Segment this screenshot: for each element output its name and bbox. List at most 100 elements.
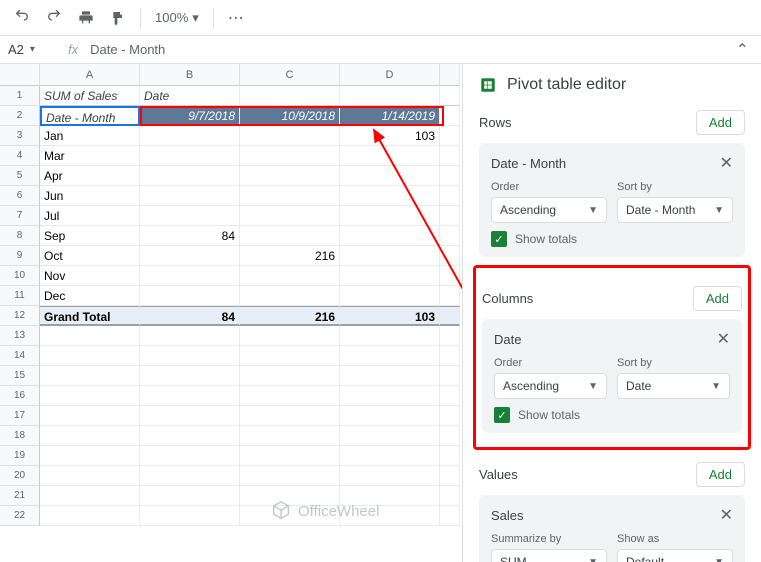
summarize-dropdown[interactable]: SUM▼ (491, 549, 607, 562)
cell[interactable]: Sep (40, 226, 140, 246)
cell[interactable] (440, 446, 460, 466)
cell[interactable] (340, 86, 440, 106)
cell[interactable] (340, 246, 440, 266)
cell[interactable] (240, 366, 340, 386)
cell[interactable] (240, 146, 340, 166)
row-header[interactable]: 5 (0, 166, 40, 186)
cell[interactable] (240, 466, 340, 486)
cell[interactable]: Grand Total (40, 306, 140, 326)
cell[interactable] (140, 186, 240, 206)
cell[interactable] (240, 166, 340, 186)
cell[interactable] (240, 266, 340, 286)
cell[interactable]: 9/7/2018 (140, 106, 240, 126)
cell[interactable]: 84 (140, 306, 240, 326)
cell[interactable] (340, 346, 440, 366)
print-button[interactable] (72, 4, 100, 32)
row-header[interactable]: 13 (0, 326, 40, 346)
cell[interactable] (440, 186, 460, 206)
col-header-c[interactable]: C (240, 64, 340, 86)
cell[interactable] (40, 446, 140, 466)
cell[interactable] (340, 426, 440, 446)
col-header-d[interactable]: D (340, 64, 440, 86)
cell[interactable] (140, 266, 240, 286)
row-header[interactable]: 6 (0, 186, 40, 206)
cell[interactable] (340, 286, 440, 306)
cell[interactable] (440, 326, 460, 346)
cell[interactable] (340, 266, 440, 286)
select-all-corner[interactable] (0, 64, 40, 86)
cell[interactable]: Nov (40, 266, 140, 286)
cell[interactable] (240, 186, 340, 206)
cell[interactable] (440, 286, 460, 306)
row-header[interactable]: 7 (0, 206, 40, 226)
cell[interactable] (340, 366, 440, 386)
cell[interactable] (340, 466, 440, 486)
show-totals-checkbox[interactable]: ✓ (494, 407, 510, 423)
cell[interactable] (140, 466, 240, 486)
cell[interactable]: SUM of Sales (40, 86, 140, 106)
cell[interactable] (440, 366, 460, 386)
cell[interactable] (440, 146, 460, 166)
col-header-b[interactable]: B (140, 64, 240, 86)
cell[interactable] (440, 306, 460, 326)
cell[interactable] (140, 126, 240, 146)
row-header[interactable]: 10 (0, 266, 40, 286)
cell[interactable] (440, 426, 460, 446)
row-header[interactable]: 17 (0, 406, 40, 426)
cell[interactable] (240, 446, 340, 466)
cell[interactable] (440, 166, 460, 186)
row-header[interactable]: 22 (0, 506, 40, 526)
cell[interactable] (440, 506, 460, 526)
redo-button[interactable] (40, 4, 68, 32)
cell[interactable] (140, 486, 240, 506)
cell[interactable] (140, 166, 240, 186)
cell[interactable] (340, 386, 440, 406)
row-header[interactable]: 9 (0, 246, 40, 266)
row-header[interactable]: 2 (0, 106, 40, 126)
active-cell[interactable]: Date - Month (40, 106, 140, 126)
showas-dropdown[interactable]: Default▼ (617, 549, 733, 562)
formula-value[interactable]: Date - Month (86, 42, 169, 57)
row-header[interactable]: 14 (0, 346, 40, 366)
cell[interactable] (440, 486, 460, 506)
card-close-button[interactable]: ✕ (720, 505, 733, 525)
add-values-button[interactable]: Add (696, 462, 745, 487)
cell[interactable] (340, 146, 440, 166)
cell[interactable] (140, 386, 240, 406)
cell[interactable] (240, 86, 340, 106)
cell[interactable] (240, 346, 340, 366)
cell[interactable] (140, 286, 240, 306)
cell[interactable] (240, 286, 340, 306)
cell[interactable] (40, 426, 140, 446)
cell[interactable] (340, 206, 440, 226)
cell[interactable]: 103 (340, 306, 440, 326)
cell[interactable] (440, 466, 460, 486)
cell[interactable] (40, 366, 140, 386)
cell[interactable] (240, 226, 340, 246)
cell[interactable] (40, 466, 140, 486)
col-header-a[interactable]: A (40, 64, 140, 86)
cell[interactable] (140, 406, 240, 426)
cell[interactable] (440, 106, 460, 126)
row-header[interactable]: 20 (0, 466, 40, 486)
cell[interactable]: Date (140, 86, 240, 106)
cell[interactable]: Mar (40, 146, 140, 166)
cell[interactable]: 84 (140, 226, 240, 246)
cell[interactable] (340, 326, 440, 346)
cell[interactable] (340, 186, 440, 206)
cell[interactable] (240, 426, 340, 446)
cell[interactable] (140, 146, 240, 166)
paint-format-button[interactable] (104, 4, 132, 32)
cell[interactable] (440, 266, 460, 286)
cell[interactable] (440, 406, 460, 426)
row-header[interactable]: 19 (0, 446, 40, 466)
cell[interactable] (340, 166, 440, 186)
cell[interactable] (140, 506, 240, 526)
cell[interactable]: 216 (240, 306, 340, 326)
cell[interactable]: Jun (40, 186, 140, 206)
collapse-button[interactable]: ⌃ (724, 40, 761, 60)
cell[interactable] (440, 226, 460, 246)
cell[interactable] (140, 446, 240, 466)
cell[interactable] (240, 406, 340, 426)
row-header[interactable]: 11 (0, 286, 40, 306)
